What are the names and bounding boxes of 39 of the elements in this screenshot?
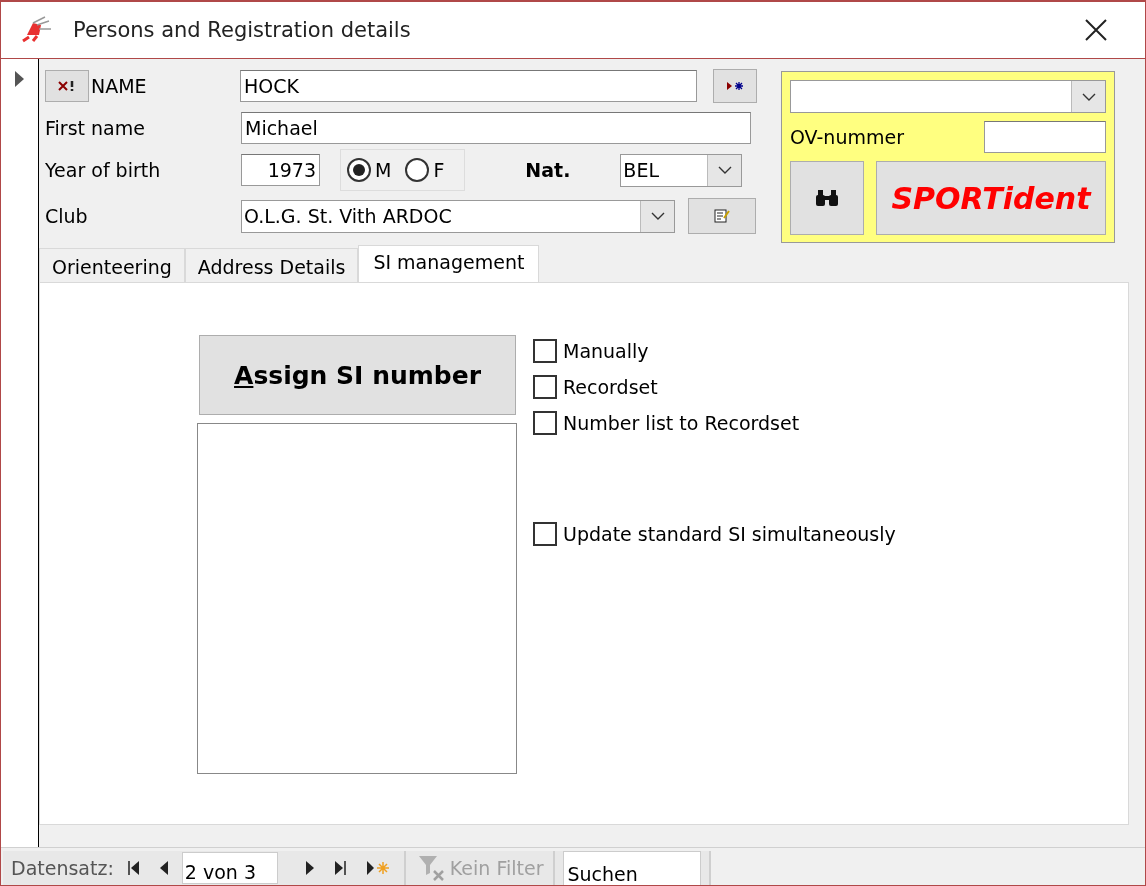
lookup-combo[interactable]	[790, 80, 1106, 113]
record-label: Datensatz:	[11, 857, 114, 879]
club-label: Club	[45, 205, 88, 227]
delete-icon	[58, 80, 76, 92]
chevron-down-icon	[1081, 92, 1096, 101]
window-title: Persons and Registration details	[73, 18, 412, 42]
chevron-down-icon	[717, 166, 732, 174]
edit-club-button[interactable]	[688, 198, 756, 234]
nationality-combo[interactable]: BEL	[620, 153, 743, 187]
filter-off-icon	[417, 855, 446, 881]
search-field[interactable]: Suchen	[563, 851, 702, 885]
checkbox-option[interactable]: Manually	[533, 339, 896, 363]
year-of-birth-label: Year of birth	[45, 159, 161, 181]
name-label: NAME	[91, 75, 147, 97]
checkbox-option[interactable]: Update standard SI simultaneously	[533, 522, 896, 546]
chevron-down-icon	[650, 212, 665, 220]
new-record-icon	[725, 81, 745, 91]
tab[interactable]: Orienteering	[39, 248, 185, 282]
checkbox-option[interactable]: Recordset	[533, 375, 896, 399]
nationality-label: Nat.	[525, 159, 572, 181]
ov-number-field[interactable]	[984, 121, 1106, 153]
name-field[interactable]: HOCK	[240, 70, 697, 102]
tab[interactable]: Address Details	[184, 248, 359, 282]
binoculars-button[interactable]	[790, 161, 864, 235]
notepad-icon	[714, 208, 730, 224]
record-selector[interactable]	[1, 59, 39, 847]
club-combo[interactable]: O.L.G. St. Vith ARDOC	[241, 199, 675, 233]
delete-record-button[interactable]	[45, 70, 89, 102]
year-of-birth-field[interactable]: 1973	[241, 154, 320, 186]
new-record-button[interactable]	[713, 69, 757, 103]
binoculars-icon	[815, 189, 839, 207]
first-name-label: First name	[45, 117, 145, 139]
tab[interactable]: SI management	[358, 245, 540, 283]
ov-number-label: OV-nummer	[790, 126, 904, 148]
assign-si-number-button[interactable]: Assign SI number	[199, 335, 516, 415]
record-number-field[interactable]: 2 von 3	[181, 852, 278, 884]
first-name-field[interactable]: Michael	[241, 112, 751, 144]
checkbox-option[interactable]: Number list to Recordset	[533, 411, 896, 435]
current-record-icon	[15, 71, 24, 87]
